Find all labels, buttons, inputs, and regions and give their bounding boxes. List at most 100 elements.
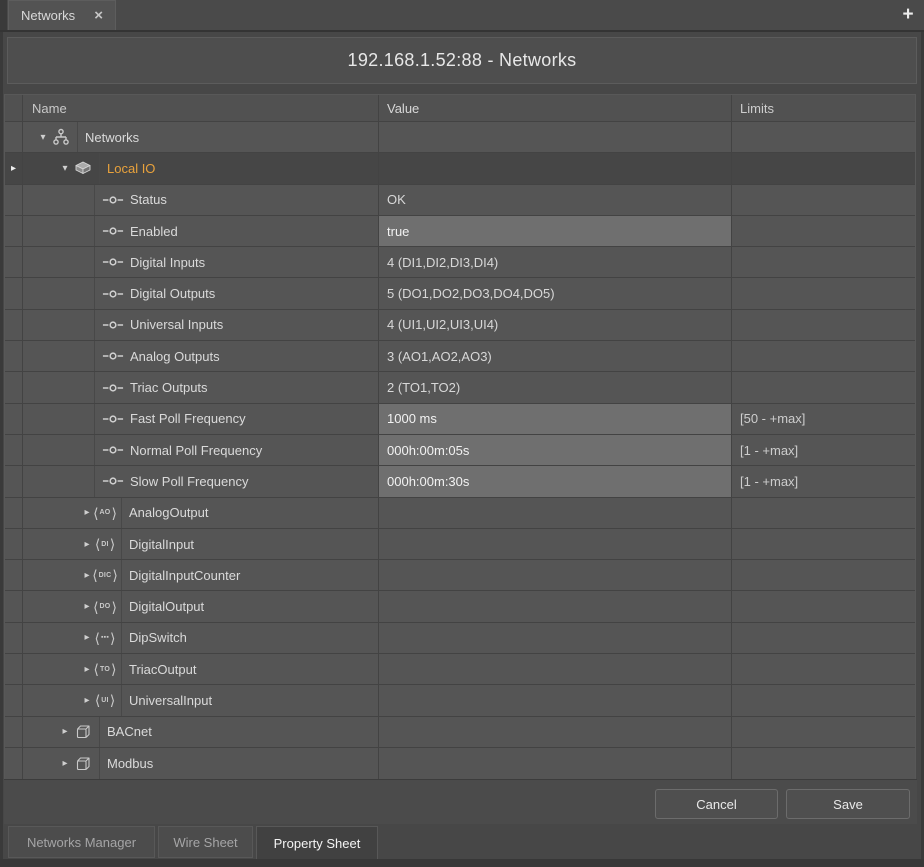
expander-icon: [80, 216, 94, 246]
table-row[interactable]: Digital Inputs 4 (DI1,DI2,DI3,DI4): [5, 247, 915, 278]
value-cell[interactable]: 1000 ms: [379, 404, 732, 434]
limits-cell: [732, 216, 915, 246]
name-content: Enabled: [94, 216, 378, 246]
name-cell: Digital Outputs: [23, 278, 379, 308]
tree-indent: [23, 153, 58, 183]
table-row[interactable]: ▸ ⟨AO⟩ AnalogOutput: [5, 498, 915, 529]
row-label: Modbus: [107, 756, 153, 771]
limits-cell: [732, 122, 915, 152]
expander-icon: [80, 278, 94, 308]
name-cell: ▸ ⟨▪▪▪⟩ DipSwitch: [23, 623, 379, 653]
table-row[interactable]: Slow Poll Frequency 000h:00m:30s [1 - +m…: [5, 466, 915, 497]
tab-networks[interactable]: Networks ×: [8, 0, 116, 30]
expander-icon[interactable]: ▸: [80, 654, 94, 684]
row-gutter: [5, 466, 23, 496]
value-cell[interactable]: 000h:00m:30s: [379, 466, 732, 496]
module-icon: [72, 153, 94, 183]
table-header: Name Value Limits: [5, 95, 915, 122]
tree-indent: [23, 654, 80, 684]
value-text: OK: [387, 192, 406, 207]
limits-text: [1 - +max]: [740, 474, 798, 489]
table-row[interactable]: Universal Inputs 4 (UI1,UI2,UI3,UI4): [5, 310, 915, 341]
expander-icon[interactable]: ▸: [58, 748, 72, 779]
bottom-tab-wire-sheet[interactable]: Wire Sheet: [158, 826, 253, 858]
app-window: Networks × + 192.168.1.52:88 - Networks …: [0, 0, 924, 867]
row-gutter: [5, 623, 23, 653]
row-gutter: [5, 341, 23, 371]
table-row[interactable]: ▸ ⟨DO⟩ DigitalOutput: [5, 591, 915, 622]
value-cell: [379, 122, 732, 152]
row-label: AnalogOutput: [129, 505, 209, 520]
value-cell: [379, 654, 732, 684]
tree-indent: [23, 748, 58, 779]
close-icon[interactable]: ×: [94, 8, 103, 23]
row-gutter: [5, 372, 23, 402]
table-row[interactable]: ▸ ⟨TO⟩ TriacOutput: [5, 654, 915, 685]
table-row[interactable]: Triac Outputs 2 (TO1,TO2): [5, 372, 915, 403]
bottom-tab-networks-manager[interactable]: Networks Manager: [8, 826, 155, 858]
table-row[interactable]: ▸ BACnet: [5, 717, 915, 748]
table-body: ▾ Networks ▸ ▾ Local IO Status: [5, 122, 915, 779]
expander-icon[interactable]: ▸: [80, 623, 94, 653]
name-content: AnalogOutput: [121, 498, 378, 528]
expander-icon[interactable]: ▾: [36, 122, 50, 152]
name-content: Digital Inputs: [94, 247, 378, 277]
table-row[interactable]: ▸ ⟨UI⟩ UniversalInput: [5, 685, 915, 716]
name-cell: Digital Inputs: [23, 247, 379, 277]
expander-icon[interactable]: ▸: [80, 591, 94, 621]
row-gutter: [5, 498, 23, 528]
row-label: DipSwitch: [129, 630, 187, 645]
top-tab-bar: Networks × +: [7, 0, 924, 30]
limits-cell: [732, 591, 915, 621]
expander-icon: [80, 435, 94, 465]
name-cell: ▸ ⟨DIC⟩ DigitalInputCounter: [23, 560, 379, 590]
table-row[interactable]: Analog Outputs 3 (AO1,AO2,AO3): [5, 341, 915, 372]
row-gutter: [5, 278, 23, 308]
property-icon: [102, 317, 124, 333]
tree-indent: [23, 122, 36, 152]
limits-cell: [732, 748, 915, 779]
value-cell[interactable]: 000h:00m:05s: [379, 435, 732, 465]
table-row[interactable]: Enabled true: [5, 216, 915, 247]
table-row[interactable]: ▸ Modbus: [5, 748, 915, 779]
table-row[interactable]: Status OK: [5, 185, 915, 216]
name-cell: Analog Outputs: [23, 341, 379, 371]
row-label: DigitalOutput: [129, 599, 204, 614]
expander-icon[interactable]: ▸: [80, 529, 94, 559]
table-row[interactable]: ▸ ⟨DI⟩ DigitalInput: [5, 529, 915, 560]
expander-icon[interactable]: ▸: [58, 717, 72, 747]
table-row[interactable]: Fast Poll Frequency 1000 ms [50 - +max]: [5, 404, 915, 435]
cancel-button[interactable]: Cancel: [655, 789, 778, 819]
tree-indent: [23, 466, 80, 496]
save-button[interactable]: Save: [786, 789, 910, 819]
table-row[interactable]: Digital Outputs 5 (DO1,DO2,DO3,DO4,DO5): [5, 278, 915, 309]
expander-icon[interactable]: ▸: [80, 685, 94, 715]
row-gutter: [5, 185, 23, 215]
digital-input-counter-icon: ⟨DIC⟩: [94, 560, 116, 590]
name-content: Analog Outputs: [94, 341, 378, 371]
bottom-tab-bar: Networks Manager Wire Sheet Property She…: [8, 826, 378, 859]
expander-icon[interactable]: ▸: [80, 498, 94, 528]
table-row[interactable]: ▸ ⟨DIC⟩ DigitalInputCounter: [5, 560, 915, 591]
name-cell: Enabled: [23, 216, 379, 246]
bottom-tab-property-sheet[interactable]: Property Sheet: [256, 826, 378, 860]
table-row[interactable]: ▸ ⟨▪▪▪⟩ DipSwitch: [5, 623, 915, 654]
value-cell[interactable]: true: [379, 216, 732, 246]
value-cell: 4 (DI1,DI2,DI3,DI4): [379, 247, 732, 277]
table-row[interactable]: Normal Poll Frequency 000h:00m:05s [1 - …: [5, 435, 915, 466]
name-cell: Slow Poll Frequency: [23, 466, 379, 496]
row-gutter: [5, 247, 23, 277]
table-row[interactable]: ▸ ▾ Local IO: [5, 153, 915, 184]
expander-icon: [80, 404, 94, 434]
expander-icon: [80, 310, 94, 340]
row-label: TriacOutput: [129, 662, 196, 677]
limits-cell: [732, 560, 915, 590]
table-row[interactable]: ▾ Networks: [5, 122, 915, 153]
add-tab-button[interactable]: +: [897, 3, 919, 27]
limits-cell: [732, 278, 915, 308]
expander-icon[interactable]: ▾: [58, 153, 72, 183]
network-icon: [50, 122, 72, 152]
limits-cell: [732, 654, 915, 684]
row-gutter: [5, 435, 23, 465]
property-icon: [102, 411, 124, 427]
